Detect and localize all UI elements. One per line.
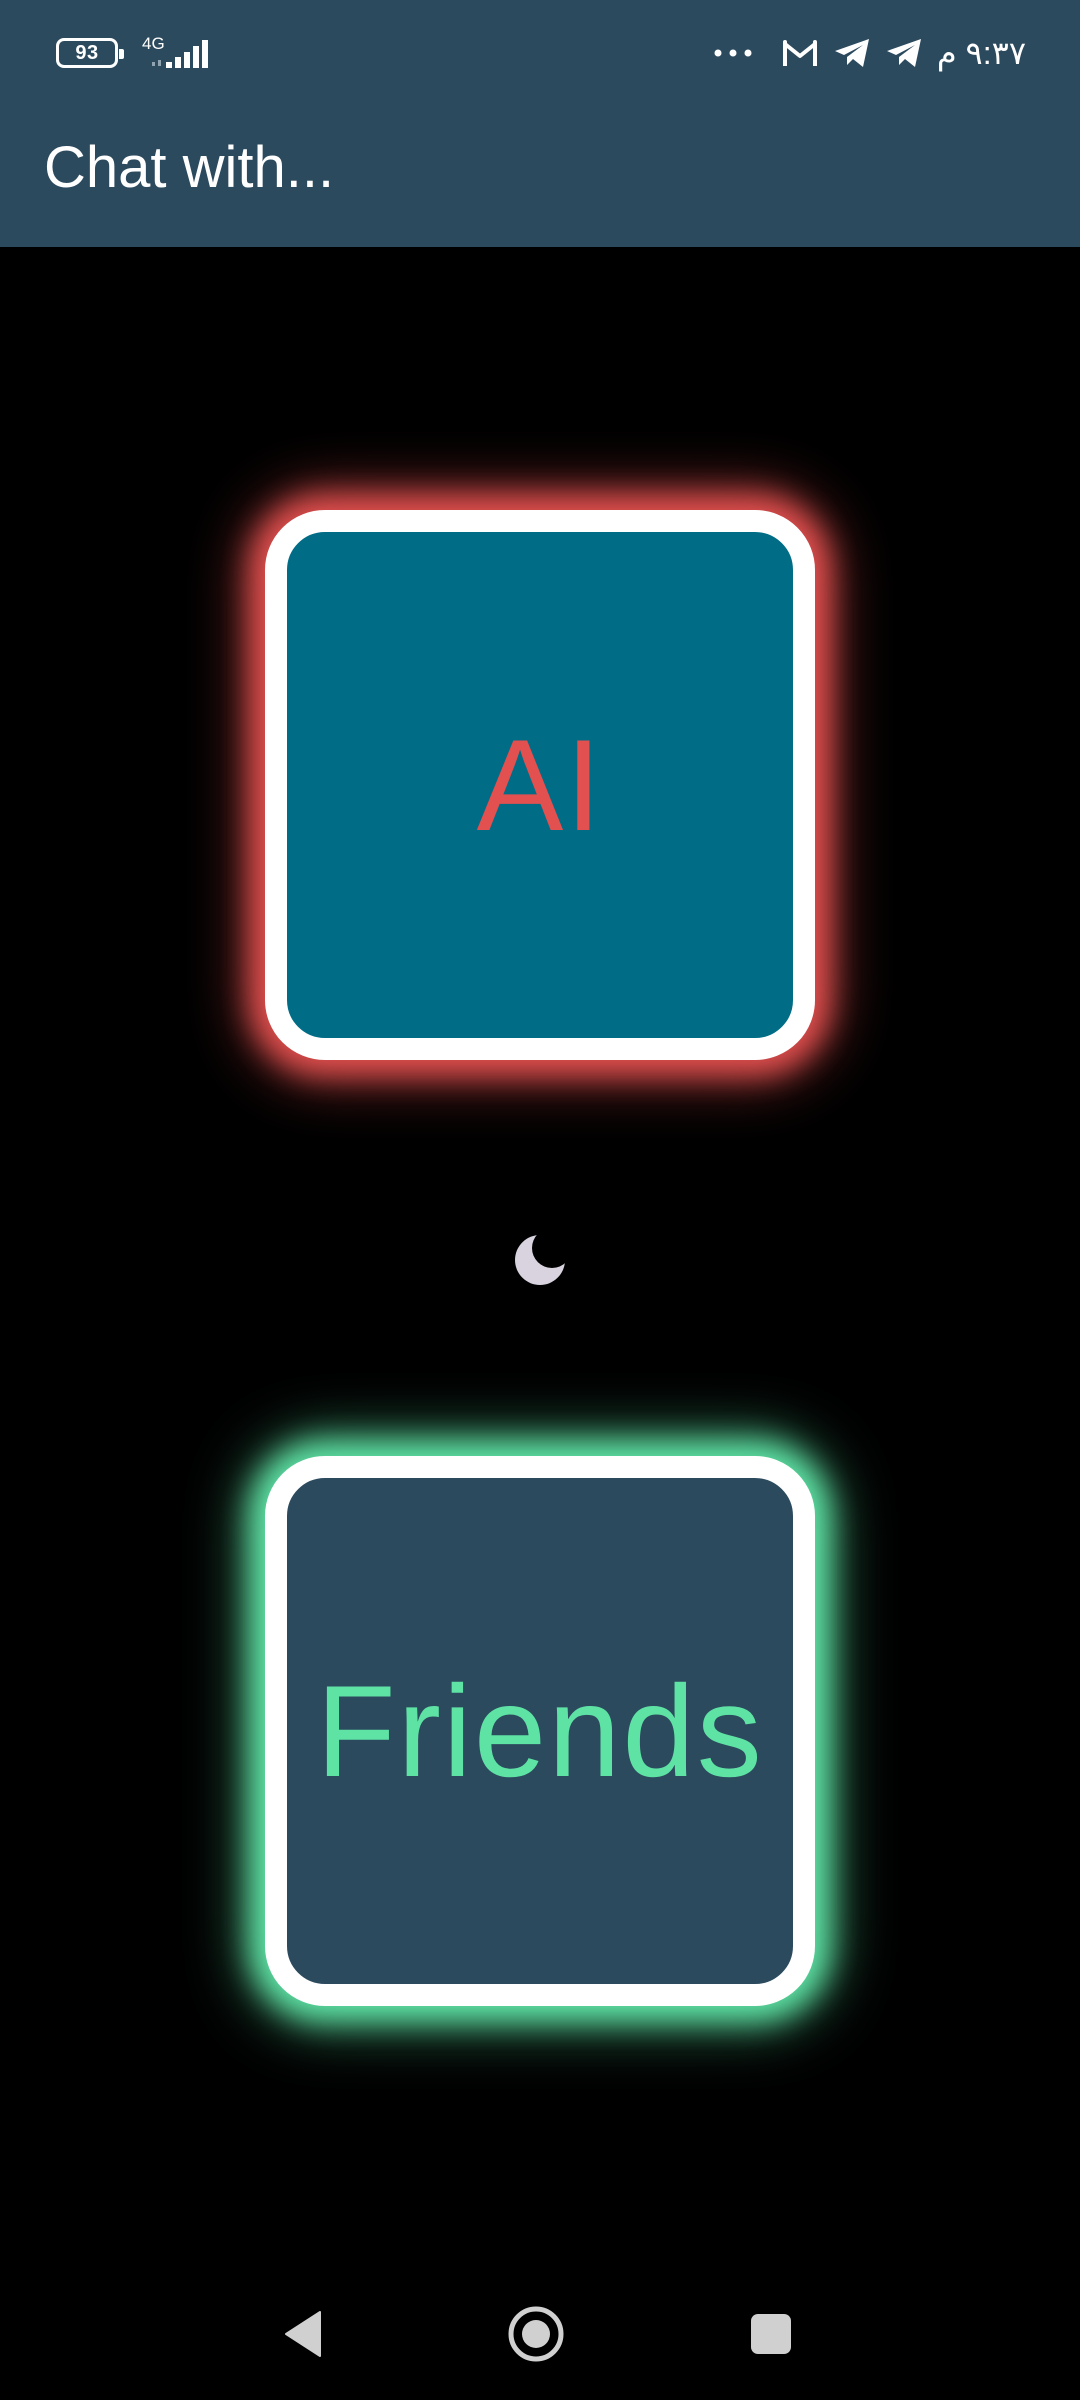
gmail-icon <box>782 40 817 66</box>
telegram-icon <box>834 39 869 67</box>
navigation-bar <box>0 2268 1080 2400</box>
app-bar: Chat with... <box>0 108 1080 247</box>
chat-with-ai-button[interactable]: AI <box>265 510 815 1060</box>
telegram-icon <box>886 39 921 67</box>
moon-icon[interactable] <box>512 1232 568 1288</box>
battery-icon: 93 <box>56 38 124 68</box>
status-right: ۹:۳۷ م <box>713 30 1026 76</box>
battery-level: 93 <box>75 41 99 64</box>
recents-icon[interactable] <box>741 2304 801 2364</box>
ai-label: AI <box>476 712 604 858</box>
friends-label: Friends <box>316 1658 764 1804</box>
clock: ۹:۳۷ م <box>936 35 1026 71</box>
more-notifications-icon <box>714 49 752 57</box>
signal-icon <box>152 40 208 68</box>
page-title: Chat with... <box>44 135 335 200</box>
chat-with-friends-button[interactable]: Friends <box>265 1456 815 2006</box>
top-area: 93 4G ۹:۳۷ م Chat with... <box>0 0 1080 247</box>
screen: 93 4G ۹:۳۷ م Chat with... AI Friends <box>0 0 1080 2400</box>
status-bar: 93 4G ۹:۳۷ م <box>0 0 1080 108</box>
home-icon[interactable] <box>506 2304 566 2364</box>
back-icon[interactable] <box>276 2304 336 2364</box>
